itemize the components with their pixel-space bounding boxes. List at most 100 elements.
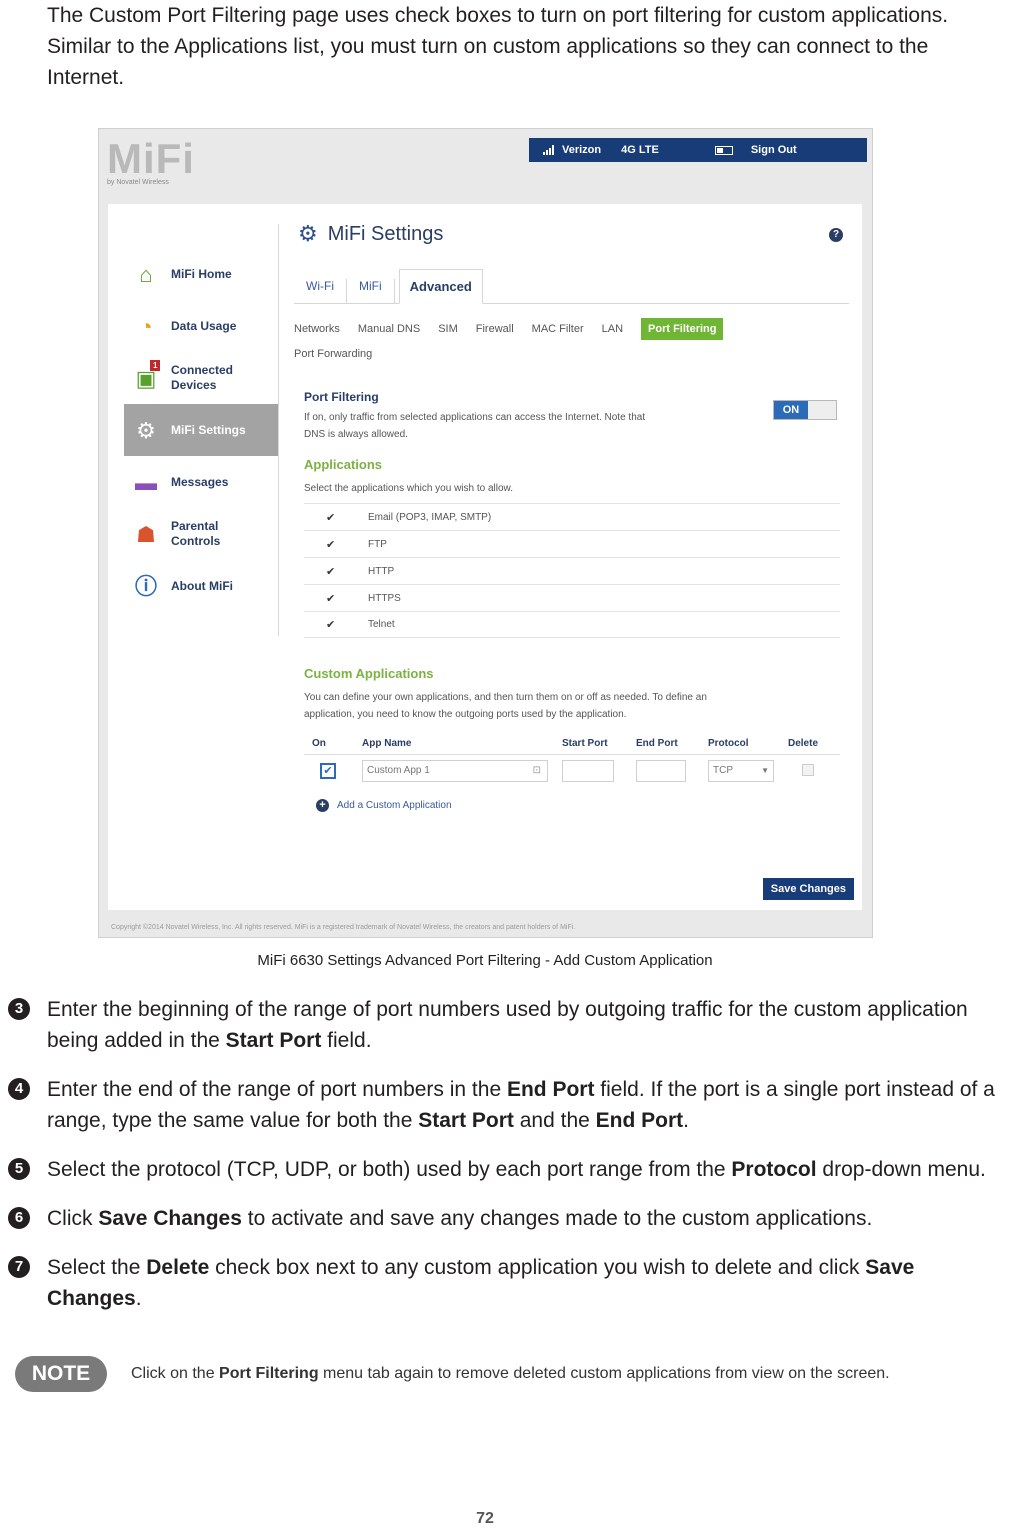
- step-text: to activate and save any changes made to…: [241, 1207, 873, 1230]
- subtab-networks[interactable]: Networks: [294, 323, 340, 335]
- app-name-cell: Custom App 1 ⊡: [362, 760, 562, 782]
- app-name-value: Custom App 1: [367, 765, 430, 776]
- help-icon[interactable]: ?: [829, 228, 843, 242]
- app-name-input[interactable]: Custom App 1 ⊡: [362, 760, 548, 782]
- sign-out-link[interactable]: Sign Out: [751, 144, 797, 156]
- sidebar-divider: [278, 224, 279, 636]
- app-label: FTP: [368, 538, 387, 550]
- intro-paragraph: The Custom Port Filtering page uses chec…: [47, 4, 949, 89]
- step-emphasis: Delete: [146, 1256, 210, 1279]
- start-port-input[interactable]: [562, 760, 614, 782]
- custom-desc-1: You can define your own applications, an…: [304, 692, 707, 703]
- subtab-port-filtering[interactable]: Port Filtering: [641, 318, 724, 340]
- col-app-name: App Name: [362, 738, 412, 749]
- page-title: MiFi Settings: [327, 222, 444, 245]
- app-checkbox[interactable]: ✔: [304, 565, 368, 578]
- step-item: 7 Select the Delete check box next to any…: [8, 1252, 1008, 1314]
- sidebar: ⌂ MiFi Home ◔ Data Usage ▣ Connected Devices 1…: [124, 248, 278, 612]
- step-item: 6 Click Save Changes to activate and save…: [8, 1203, 1008, 1234]
- app-checkbox[interactable]: ✔: [304, 618, 368, 631]
- tab-mifi[interactable]: MiFi: [347, 279, 395, 303]
- main-panel: ⌂ MiFi Home ◔ Data Usage ▣ Connected Devices 1…: [108, 204, 862, 910]
- step-text: Enter the end of the range of port numbe…: [47, 1078, 507, 1101]
- page-header: ⚙ MiFi Settings: [294, 214, 849, 254]
- note-post: menu tab again to remove deleted custom …: [318, 1365, 890, 1382]
- note: NOTE Click on the Port Filtering menu ta…: [15, 1356, 890, 1392]
- port-filtering-toggle[interactable]: ON: [773, 400, 837, 420]
- chevron-down-icon: ▼: [761, 766, 769, 775]
- subtab-port-forwarding[interactable]: Port Forwarding: [294, 348, 372, 360]
- end-port-input[interactable]: [636, 760, 686, 782]
- logo-text: MiFi: [107, 135, 195, 182]
- add-custom-app-link[interactable]: + Add a Custom Application: [304, 799, 840, 812]
- app-checkbox[interactable]: ✔: [304, 592, 368, 605]
- sidebar-item-mifi-settings[interactable]: ⚙ MiFi Settings: [124, 404, 278, 456]
- sidebar-item-mifi-home[interactable]: ⌂ MiFi Home: [124, 248, 278, 300]
- step-text: check box next to any custom application…: [209, 1256, 866, 1279]
- subtab-bar: Networks Manual DNS SIM Firewall MAC Filter L…: [294, 318, 774, 360]
- sidebar-item-label: MiFi Settings: [171, 422, 246, 437]
- on-cell: ✔: [304, 763, 362, 779]
- sidebar-item-about-mifi[interactable]: ⓘ About MiFi: [124, 560, 278, 612]
- step-item: 3 Enter the beginning of the range of por…: [8, 994, 1008, 1056]
- step-emphasis: Save Changes: [98, 1207, 242, 1230]
- sidebar-item-messages[interactable]: ▬ Messages: [124, 456, 278, 508]
- subtab-mac-filter[interactable]: MAC Filter: [532, 323, 584, 335]
- step-item: 4 Enter the end of the range of port numb…: [8, 1074, 1008, 1136]
- sidebar-item-label: Parental Controls: [171, 519, 221, 548]
- note-pre: Click on the: [131, 1365, 220, 1382]
- clear-icon[interactable]: ⊡: [533, 761, 541, 781]
- end-port-cell: [636, 760, 708, 782]
- applications-heading: Applications: [304, 457, 383, 472]
- port-filtering-heading: Port Filtering: [304, 390, 379, 404]
- toggle-off-area: [808, 401, 836, 419]
- step-text: Enter the beginning of the range of port…: [47, 998, 968, 1052]
- app-label: Email (POP3, IMAP, SMTP): [368, 511, 492, 523]
- tab-advanced[interactable]: Advanced: [398, 269, 483, 304]
- custom-app-row: ✔ Custom App 1 ⊡ TCP ▼: [304, 755, 840, 787]
- step-number: 4: [8, 1078, 30, 1100]
- content: ⚙ MiFi Settings ? Wi-Fi MiFi Advanced Netw…: [294, 214, 849, 812]
- sidebar-item-connected-devices[interactable]: ▣ Connected Devices 1: [124, 352, 278, 404]
- save-changes-button[interactable]: Save Changes: [762, 878, 854, 900]
- step-number: 7: [8, 1256, 30, 1278]
- notification-badge: 1: [150, 360, 161, 371]
- tab-wifi[interactable]: Wi-Fi: [294, 279, 347, 303]
- gear-icon: ⚙: [136, 417, 156, 443]
- figure-caption: MiFi 6630 Settings Advanced Port Filteri…: [257, 952, 713, 969]
- sidebar-item-label: MiFi Home: [171, 266, 232, 281]
- screenshot: MiFi by Novatel Wireless Verizon 4G LTE …: [98, 128, 873, 938]
- app-checkbox[interactable]: ✔: [304, 511, 368, 524]
- step-emphasis: Protocol: [731, 1158, 817, 1181]
- subtab-lan[interactable]: LAN: [602, 323, 623, 335]
- step-number: 3: [8, 998, 30, 1020]
- network-label: 4G LTE: [621, 144, 659, 156]
- subtab-manual-dns[interactable]: Manual DNS: [358, 323, 420, 335]
- list-item: ✔ HTTP: [304, 557, 840, 584]
- col-on: On: [312, 738, 326, 749]
- delete-checkbox[interactable]: [802, 763, 814, 776]
- on-checkbox[interactable]: ✔: [320, 763, 336, 779]
- subtab-firewall[interactable]: Firewall: [476, 323, 514, 335]
- copyright: Copyright ©2014 Novatel Wireless, Inc. A…: [111, 924, 576, 931]
- subtab-sim[interactable]: SIM: [438, 323, 458, 335]
- note-badge: NOTE: [15, 1356, 107, 1392]
- app-checkbox[interactable]: ✔: [304, 538, 368, 551]
- step-text: Select the protocol (TCP, UDP, or both) …: [47, 1158, 732, 1181]
- step-text: field.: [321, 1029, 372, 1052]
- steps-list: 3 Enter the beginning of the range of por…: [8, 994, 1008, 1332]
- step-emphasis: End Port: [595, 1109, 684, 1132]
- list-item: ✔ FTP: [304, 530, 840, 557]
- app-label: HTTPS: [368, 592, 401, 604]
- gear-icon: ⚙: [298, 221, 318, 246]
- family-icon: ☗: [136, 521, 156, 547]
- sidebar-item-data-usage[interactable]: ◔ Data Usage: [124, 300, 278, 352]
- port-filtering-desc-1: If on, only traffic from selected applic…: [304, 412, 646, 423]
- sidebar-item-parental-controls[interactable]: ☗ Parental Controls: [124, 508, 278, 560]
- col-protocol: Protocol: [708, 738, 749, 749]
- protocol-select[interactable]: TCP ▼: [708, 760, 774, 782]
- toggle-on-label: ON: [774, 401, 808, 419]
- step-number: 6: [8, 1207, 30, 1229]
- list-item: ✔ Telnet: [304, 611, 840, 638]
- carrier-label: Verizon: [562, 144, 602, 156]
